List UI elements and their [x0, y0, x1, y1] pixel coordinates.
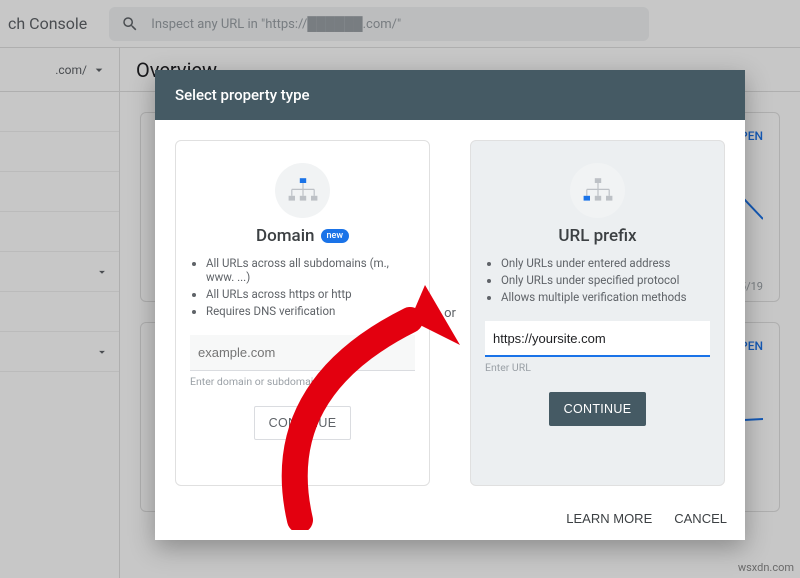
domain-icon [275, 163, 330, 218]
url-helper: Enter URL [485, 361, 710, 374]
url-prefix-property-card[interactable]: URL prefix Only URLs under entered addre… [470, 140, 725, 486]
domain-bullets: All URLs across all subdomains (m., www.… [190, 256, 415, 321]
cancel-button[interactable]: CANCEL [674, 511, 727, 526]
domain-continue-button[interactable]: CONTINUE [254, 406, 352, 440]
url-prefix-icon [570, 163, 625, 218]
domain-input[interactable] [190, 335, 415, 371]
or-separator: or [430, 140, 470, 486]
url-continue-button[interactable]: CONTINUE [549, 392, 647, 426]
select-property-dialog: Select property type Domain new All URLs… [155, 70, 745, 540]
url-bullets: Only URLs under entered address Only URL… [485, 256, 710, 307]
dialog-body: Domain new All URLs across all subdomain… [155, 120, 745, 496]
new-badge: new [321, 229, 350, 243]
learn-more-button[interactable]: LEARN MORE [566, 511, 652, 526]
domain-card-title: Domain new [256, 226, 349, 246]
url-input[interactable] [485, 321, 710, 357]
domain-helper: Enter domain or subdomain [190, 375, 415, 388]
url-card-title: URL prefix [558, 226, 636, 246]
dialog-title: Select property type [155, 70, 745, 120]
domain-property-card[interactable]: Domain new All URLs across all subdomain… [175, 140, 430, 486]
dialog-footer: LEARN MORE CANCEL [155, 496, 745, 540]
